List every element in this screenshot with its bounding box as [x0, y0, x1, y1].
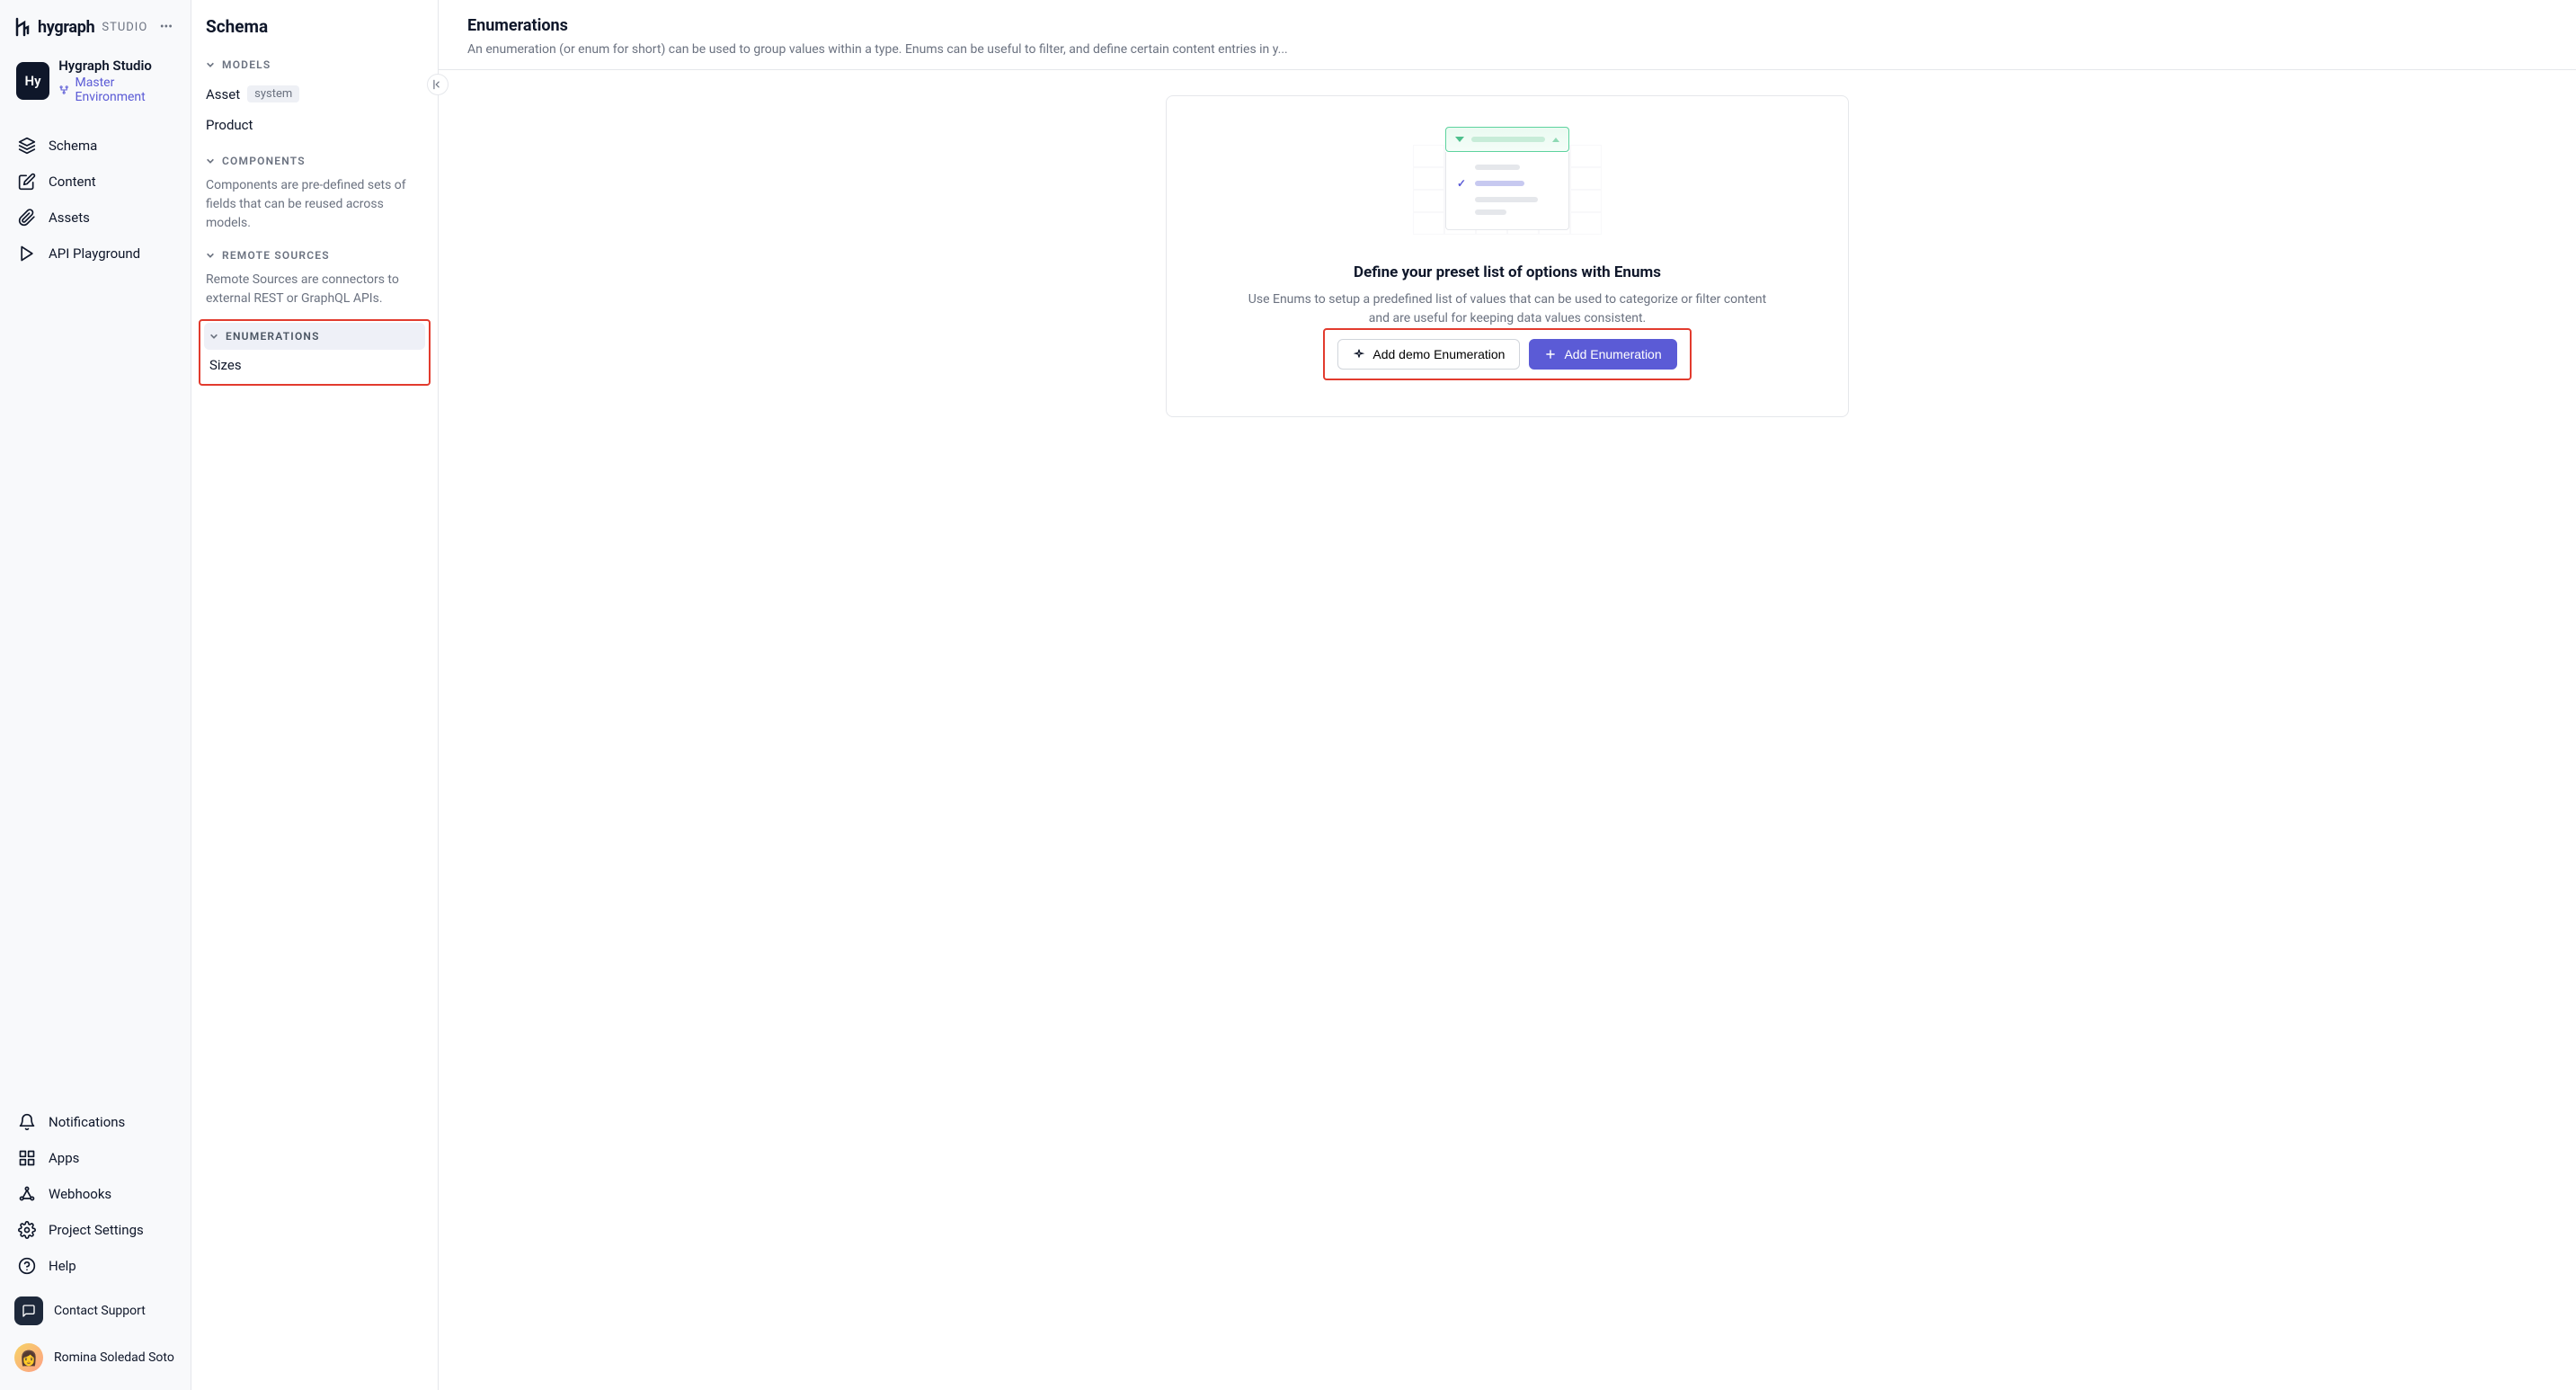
- nav-help-label: Help: [49, 1258, 76, 1274]
- grid-icon: [18, 1149, 36, 1167]
- nav-api-playground[interactable]: API Playground: [7, 236, 183, 272]
- card-title: Define your preset list of options with …: [1354, 263, 1661, 281]
- nav-apps[interactable]: Apps: [7, 1140, 183, 1176]
- model-item-asset[interactable]: Asset system: [200, 78, 429, 110]
- chevron-down-icon: [206, 156, 215, 165]
- nav-assets-label: Assets: [49, 209, 90, 226]
- chat-icon: [14, 1296, 43, 1325]
- main-description: An enumeration (or enum for short) can b…: [467, 42, 2547, 57]
- nav-api-playground-label: API Playground: [49, 245, 140, 262]
- help-icon: [18, 1257, 36, 1275]
- schema-panel: Schema MODELS Asset system Product COMPO…: [191, 0, 439, 1390]
- section-enumerations-header[interactable]: ENUMERATIONS: [204, 323, 425, 350]
- main-header: Enumerations An enumeration (or enum for…: [439, 0, 2576, 70]
- contact-support-label: Contact Support: [54, 1304, 146, 1318]
- section-components-label: COMPONENTS: [222, 155, 306, 167]
- system-badge: system: [247, 85, 299, 102]
- schema-panel-title: Schema: [200, 16, 429, 51]
- collapse-icon: [431, 78, 444, 91]
- nav-project-settings-label: Project Settings: [49, 1222, 144, 1238]
- nav-content-label: Content: [49, 174, 96, 190]
- section-remote-sources-header[interactable]: REMOTE SOURCES: [200, 242, 429, 269]
- enum-illustration: ✓: [1413, 127, 1602, 244]
- main-content: Enumerations An enumeration (or enum for…: [439, 0, 2576, 1390]
- webhook-icon: [18, 1185, 36, 1203]
- chevron-down-icon: [206, 251, 215, 260]
- empty-state-card: ✓ Define your preset list of options wit…: [1166, 95, 1849, 417]
- gear-icon: [18, 1221, 36, 1239]
- card-description: Use Enums to setup a predefined list of …: [1238, 290, 1777, 328]
- nav-webhooks-label: Webhooks: [49, 1186, 111, 1202]
- collapse-panel-button[interactable]: [427, 74, 449, 95]
- brand-studio: STUDIO: [102, 21, 147, 34]
- nav-schema[interactable]: Schema: [7, 128, 183, 164]
- add-enumeration-label: Add Enumeration: [1564, 347, 1661, 361]
- section-enumerations-label: ENUMERATIONS: [226, 330, 320, 343]
- add-demo-enumeration-label: Add demo Enumeration: [1372, 347, 1505, 361]
- project-environment: Master Environment: [58, 76, 174, 104]
- left-sidebar: hygraph STUDIO ••• Hy Hygraph Studio Mas…: [0, 0, 191, 1390]
- nav-project-settings[interactable]: Project Settings: [7, 1212, 183, 1248]
- chevron-down-icon: [209, 332, 218, 341]
- nav-notifications-label: Notifications: [49, 1114, 125, 1130]
- project-selector[interactable]: Hy Hygraph Studio Master Environment: [5, 50, 185, 111]
- section-components-desc: Components are pre-defined sets of field…: [200, 174, 429, 242]
- brand-menu-icon[interactable]: •••: [156, 16, 176, 38]
- paperclip-icon: [18, 209, 36, 227]
- nav-assets[interactable]: Assets: [7, 200, 183, 236]
- nav-webhooks[interactable]: Webhooks: [7, 1176, 183, 1212]
- model-item-product[interactable]: Product: [200, 110, 429, 140]
- nav-schema-label: Schema: [49, 138, 97, 154]
- section-components-header[interactable]: COMPONENTS: [200, 147, 429, 174]
- project-name: Hygraph Studio: [58, 58, 174, 74]
- plus-icon: [1544, 348, 1557, 361]
- highlight-buttons: Add demo Enumeration Add Enumeration: [1323, 328, 1691, 380]
- user-name: Romina Soledad Soto: [54, 1350, 174, 1365]
- nav-content[interactable]: Content: [7, 164, 183, 200]
- section-remote-sources-desc: Remote Sources are connectors to externa…: [200, 269, 429, 317]
- highlight-enumerations: ENUMERATIONS Sizes: [199, 319, 431, 386]
- nav-notifications[interactable]: Notifications: [7, 1104, 183, 1140]
- user-menu[interactable]: 👩 Romina Soledad Soto: [0, 1334, 191, 1381]
- project-avatar: Hy: [16, 62, 49, 100]
- enumeration-item-sizes-label: Sizes: [209, 357, 242, 373]
- nav-apps-label: Apps: [49, 1150, 79, 1166]
- nav-help[interactable]: Help: [7, 1248, 183, 1284]
- model-item-asset-label: Asset: [206, 86, 240, 102]
- section-models-header[interactable]: MODELS: [200, 51, 429, 78]
- brand-name: hygraph: [38, 18, 94, 37]
- bell-icon: [18, 1113, 36, 1131]
- layers-icon: [18, 137, 36, 155]
- chevron-down-icon: [206, 60, 215, 69]
- user-avatar: 👩: [14, 1343, 43, 1372]
- add-demo-enumeration-button[interactable]: Add demo Enumeration: [1337, 339, 1520, 370]
- play-icon: [18, 245, 36, 263]
- enumeration-item-sizes[interactable]: Sizes: [204, 350, 425, 380]
- brand-row: hygraph STUDIO •••: [0, 9, 191, 50]
- add-enumeration-button[interactable]: Add Enumeration: [1529, 339, 1676, 370]
- section-remote-sources-label: REMOTE SOURCES: [222, 249, 330, 262]
- nav-contact-support[interactable]: Contact Support: [0, 1288, 191, 1334]
- branch-icon: [58, 84, 69, 96]
- main-title: Enumerations: [467, 16, 2547, 35]
- edit-icon: [18, 173, 36, 191]
- sparkle-icon: [1353, 348, 1365, 361]
- model-item-product-label: Product: [206, 117, 253, 133]
- section-models-label: MODELS: [222, 58, 271, 71]
- hygraph-logo-icon: [14, 17, 31, 37]
